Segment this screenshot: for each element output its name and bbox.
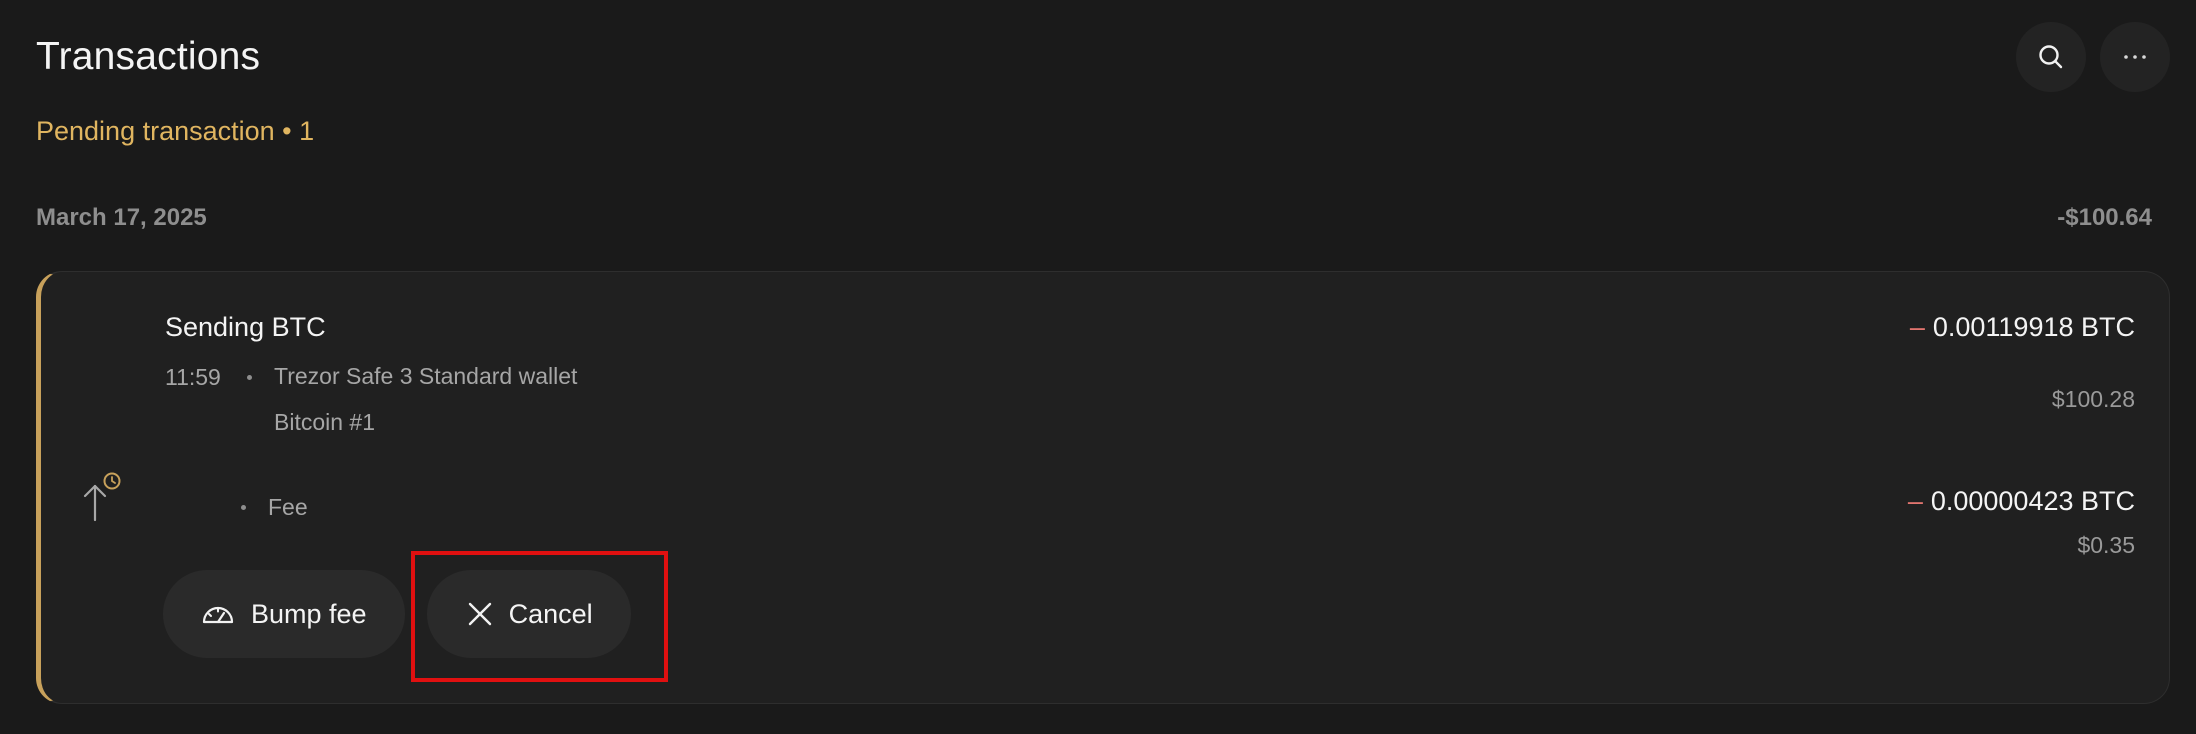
transaction-actions: Bump fee Cancel	[163, 570, 631, 658]
group-date: March 17, 2025	[36, 204, 207, 231]
search-icon	[2039, 45, 2063, 69]
transaction-title: Sending BTC	[165, 312, 326, 342]
account-name: Bitcoin #1	[274, 409, 376, 435]
pending-transactions-label: Pending transaction • 1	[36, 116, 315, 146]
separator-dot	[241, 505, 246, 510]
transaction-fiat-amount: $100.28	[2051, 386, 2135, 412]
close-icon	[467, 601, 493, 627]
group-total: -$100.64	[2057, 204, 2152, 231]
transaction-time: 11:59	[165, 364, 221, 390]
cancel-transaction-button[interactable]: Cancel	[426, 570, 631, 658]
fee-row: Fee	[241, 494, 308, 521]
header: Transactions	[36, 22, 2170, 92]
minus-sign: –	[1907, 486, 1923, 516]
ellipsis-icon	[2124, 55, 2146, 59]
transaction-amount-value: 0.00119918 BTC	[1932, 312, 2135, 342]
gauge-icon	[201, 602, 235, 626]
fee-fiat-amount: $0.35	[2077, 532, 2135, 558]
search-button[interactable]	[2016, 22, 2086, 92]
transaction-meta: 11:59 Trezor Safe 3 Standard wallet Bitc…	[165, 363, 577, 445]
fee-amount: –0.00000423 BTC	[1908, 486, 2135, 517]
fee-label: Fee	[268, 494, 308, 520]
minus-sign: –	[1909, 312, 1925, 342]
transactions-page: Transactions Pending transaction • 1 Mar…	[0, 0, 2196, 734]
transaction-card[interactable]: Sending BTC 11:59 Trezor Safe 3 Standard…	[36, 271, 2170, 704]
wallet-info: Trezor Safe 3 Standard wallet Bitcoin #1	[274, 353, 577, 445]
fee-amount-value: 0.00000423 BTC	[1930, 486, 2135, 516]
header-actions	[2016, 22, 2170, 92]
transaction-group-header: March 17, 2025 -$100.64	[36, 204, 2152, 232]
wallet-name: Trezor Safe 3 Standard wallet	[274, 363, 578, 389]
more-options-button[interactable]	[2100, 22, 2170, 92]
send-pending-icon	[83, 472, 121, 522]
separator-dot	[247, 375, 252, 380]
bump-fee-button[interactable]: Bump fee	[163, 570, 405, 658]
page-title: Transactions	[36, 35, 261, 78]
transaction-amount: –0.00119918 BTC	[1910, 312, 2135, 343]
cancel-label: Cancel	[508, 598, 593, 629]
bump-fee-label: Bump fee	[251, 598, 367, 629]
